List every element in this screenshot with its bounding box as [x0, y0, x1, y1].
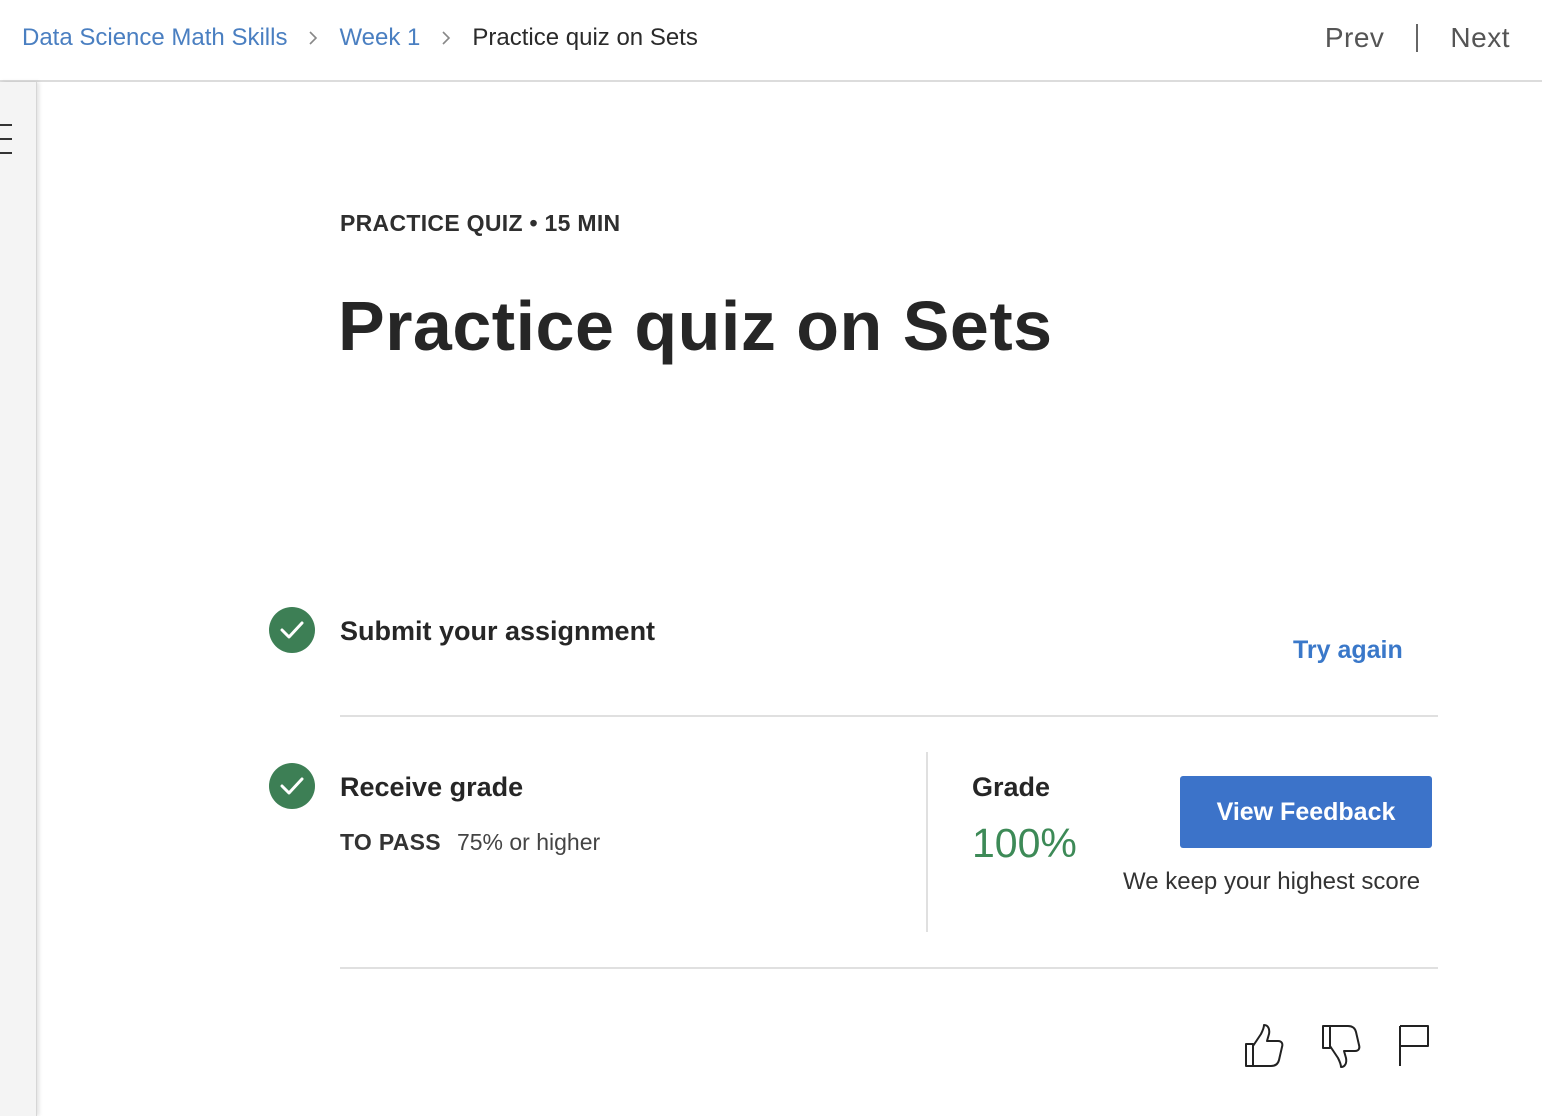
divider [340, 715, 1438, 717]
item-navigation: Prev Next [1325, 22, 1510, 54]
pass-label: TO PASS [340, 829, 441, 855]
chevron-right-icon [438, 30, 454, 46]
next-button[interactable]: Next [1450, 22, 1510, 54]
grade-value: 100% [972, 820, 1077, 866]
vertical-divider [926, 752, 928, 932]
view-feedback-button[interactable]: View Feedback [1180, 776, 1432, 848]
thumbs-up-icon[interactable] [1242, 1022, 1286, 1070]
grade-label: Grade [972, 772, 1051, 802]
page-title: Practice quiz on Sets [338, 287, 1053, 365]
breadcrumb: Data Science Math Skills Week 1 Practice… [22, 24, 698, 52]
pass-value: 75% or higher [456, 829, 601, 855]
collapsed-sidebar [0, 82, 37, 1116]
highest-score-note: We keep your highest score [1123, 868, 1421, 895]
main-content: PRACTICE QUIZ • 15 MIN Practice quiz on … [36, 82, 1542, 1116]
thumbs-down-icon[interactable] [1319, 1022, 1363, 1070]
chevron-right-icon [305, 30, 321, 46]
prev-button[interactable]: Prev [1325, 22, 1385, 54]
flag-icon[interactable] [1396, 1022, 1440, 1070]
submit-step-title: Submit your assignment [340, 616, 656, 646]
try-again-link[interactable]: Try again [1293, 636, 1403, 665]
item-type-duration: PRACTICE QUIZ • 15 MIN [340, 210, 621, 236]
divider [340, 967, 1438, 969]
breadcrumb-course-link[interactable]: Data Science Math Skills [22, 24, 287, 52]
check-circle-icon [269, 763, 315, 809]
grade-step-title: Receive grade [340, 772, 524, 802]
menu-icon[interactable] [0, 122, 14, 156]
breadcrumb-current: Practice quiz on Sets [472, 24, 698, 51]
nav-divider [1416, 24, 1419, 52]
top-bar: Data Science Math Skills Week 1 Practice… [0, 0, 1542, 82]
breadcrumb-week-link[interactable]: Week 1 [339, 24, 420, 52]
check-circle-icon [269, 607, 315, 653]
pass-requirement: TO PASS 75% or higher [340, 829, 600, 856]
